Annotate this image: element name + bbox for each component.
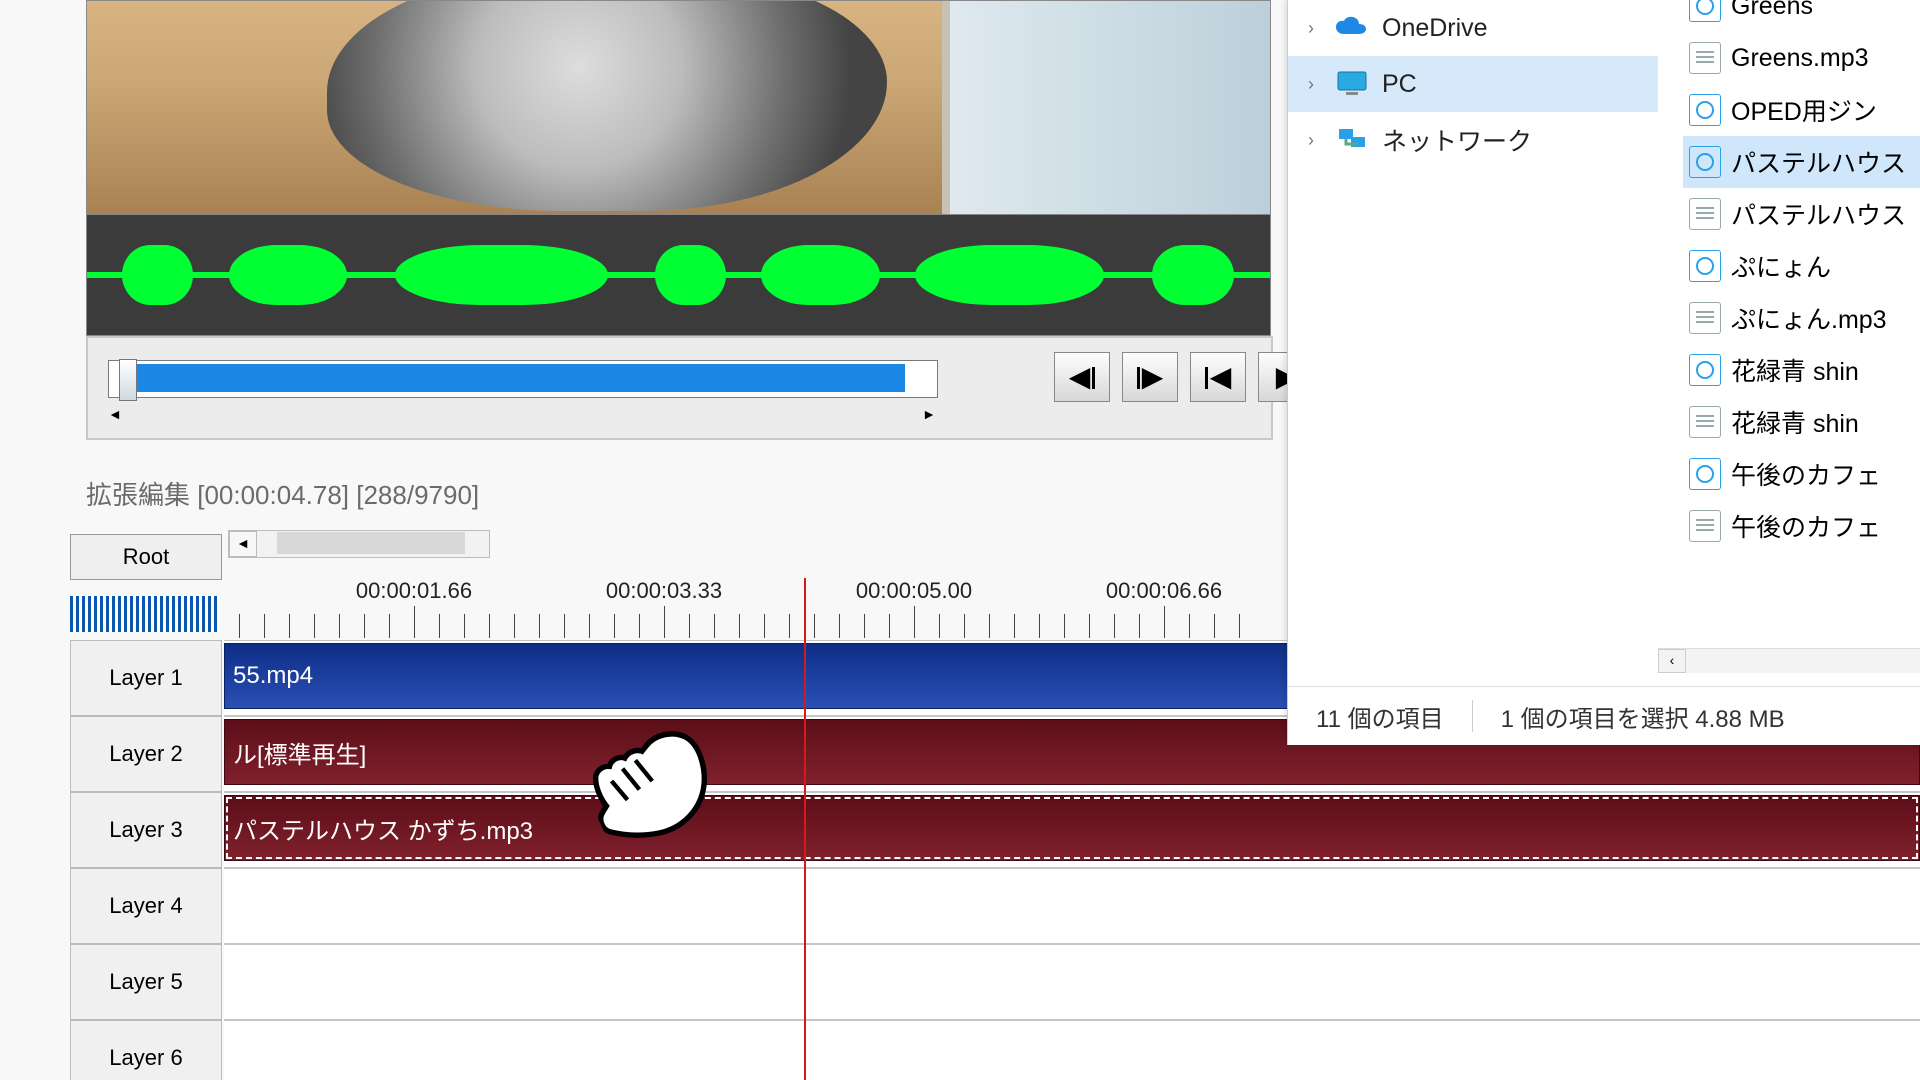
- seek-bar[interactable]: [108, 360, 938, 398]
- preview-window-pane: [942, 1, 1270, 214]
- file-icon: [1689, 302, 1721, 334]
- list-item[interactable]: 花緑青 shin: [1683, 344, 1920, 396]
- file-name: 花緑青 shin: [1731, 352, 1859, 388]
- clip-audio-std-label: ル[標準再生]: [233, 735, 366, 770]
- scroll-left-icon[interactable]: ◄: [108, 406, 122, 422]
- list-item[interactable]: 午後のカフェ: [1683, 500, 1920, 552]
- root-button[interactable]: Root: [70, 534, 222, 580]
- pc-icon: [1334, 66, 1370, 102]
- seek-handle[interactable]: [119, 359, 137, 401]
- layer-track-5[interactable]: [224, 944, 1920, 1020]
- status-selection: 1 個の項目を選択 4.88 MB: [1473, 699, 1813, 734]
- file-name: 花緑青 shin: [1731, 404, 1859, 440]
- layer-label-4[interactable]: Layer 4: [70, 868, 222, 944]
- file-name: パステルハウス: [1731, 144, 1906, 180]
- step-back-button[interactable]: ◀: [1054, 352, 1110, 402]
- file-icon: [1689, 42, 1721, 74]
- ruler-label: 00:00:01.66: [356, 578, 472, 604]
- go-start-button[interactable]: ◀: [1190, 352, 1246, 402]
- network-icon: [1334, 122, 1370, 158]
- ruler-label: 00:00:06.66: [1106, 578, 1222, 604]
- ruler-label: 00:00:05.00: [856, 578, 972, 604]
- layer-track-6[interactable]: [224, 1020, 1920, 1080]
- file-list: Greens Greens.mp3 OPED用ジン パステルハウス パステルハウ…: [1683, 0, 1920, 552]
- clip-audio-selected[interactable]: パステルハウス かずち.mp3: [224, 795, 1920, 861]
- file-name: 午後のカフェ: [1731, 508, 1881, 544]
- go-start-icon: ◀: [1205, 360, 1232, 395]
- file-list-hscroll[interactable]: ‹: [1658, 648, 1920, 673]
- clip-audio-selected-label: パステルハウス かずち.mp3: [233, 811, 533, 846]
- file-icon: [1689, 406, 1721, 438]
- layer-track-3[interactable]: パステルハウス かずち.mp3: [224, 792, 1920, 868]
- step-forward-button[interactable]: ▶: [1122, 352, 1178, 402]
- nav-onedrive[interactable]: › OneDrive: [1288, 0, 1658, 56]
- list-item[interactable]: ぷにょん: [1683, 240, 1920, 292]
- timeline-hscroll[interactable]: ◄: [228, 530, 490, 558]
- music-file-icon: [1689, 250, 1721, 282]
- layer-label-3[interactable]: Layer 3: [70, 792, 222, 868]
- onedrive-icon: [1334, 10, 1370, 46]
- chevron-right-icon: ›: [1308, 74, 1334, 95]
- list-item[interactable]: 午後のカフェ: [1683, 448, 1920, 500]
- nav-tree: › OneDrive › PC › ネットワーク: [1288, 0, 1658, 640]
- list-item[interactable]: Greens.mp3: [1683, 32, 1920, 84]
- playhead[interactable]: [804, 578, 806, 1080]
- audio-waveform: [86, 214, 1271, 336]
- file-name: 午後のカフェ: [1731, 456, 1881, 492]
- step-back-icon: ◀: [1069, 360, 1096, 395]
- status-item-count: 11 個の項目: [1288, 699, 1472, 734]
- file-name: ぷにょん: [1731, 248, 1831, 284]
- seek-progress: [133, 364, 905, 392]
- music-file-icon: [1689, 458, 1721, 490]
- nav-onedrive-label: OneDrive: [1382, 14, 1488, 43]
- preview-cat-subject: [327, 0, 887, 211]
- hscroll-left-icon[interactable]: ◄: [229, 531, 257, 557]
- transport-bar: ◀ ▶ ◀ ▶ ◄ ►: [86, 336, 1273, 440]
- chevron-right-icon: ›: [1308, 18, 1334, 39]
- file-name: ぷにょん.mp3: [1731, 300, 1887, 336]
- file-name: パステルハウス: [1731, 196, 1906, 232]
- nav-pc-label: PC: [1382, 70, 1417, 99]
- file-name: Greens: [1731, 0, 1813, 21]
- scroll-right-icon[interactable]: ►: [922, 406, 936, 422]
- step-forward-icon: ▶: [1137, 360, 1164, 395]
- music-file-icon: [1689, 94, 1721, 126]
- layer-label-2[interactable]: Layer 2: [70, 716, 222, 792]
- root-pattern-icon: [70, 596, 220, 632]
- extended-edit-title: 拡張編集 [00:00:04.78] [288/9790]: [86, 475, 479, 512]
- list-item[interactable]: Greens: [1683, 0, 1920, 32]
- ruler-label: 00:00:03.33: [606, 578, 722, 604]
- list-item[interactable]: 花緑青 shin: [1683, 396, 1920, 448]
- layer-track-4[interactable]: [224, 868, 1920, 944]
- mini-scrollbar[interactable]: ◄ ►: [108, 408, 936, 424]
- list-item[interactable]: ぷにょん.mp3: [1683, 292, 1920, 344]
- clip-video-label: 55.mp4: [233, 662, 313, 690]
- file-name: OPED用ジン: [1731, 92, 1877, 128]
- nav-network[interactable]: › ネットワーク: [1288, 112, 1658, 168]
- file-name: Greens.mp3: [1731, 44, 1869, 73]
- list-item-selected[interactable]: パステルハウス: [1683, 136, 1920, 188]
- video-preview: [86, 0, 1271, 215]
- file-explorer: › OneDrive › PC › ネットワーク: [1287, 0, 1920, 745]
- list-item[interactable]: パステルハウス: [1683, 188, 1920, 240]
- explorer-statusbar: 11 個の項目 1 個の項目を選択 4.88 MB: [1288, 686, 1920, 745]
- music-file-icon: [1689, 354, 1721, 386]
- file-icon: [1689, 510, 1721, 542]
- music-file-icon: [1689, 0, 1721, 22]
- layer-label-5[interactable]: Layer 5: [70, 944, 222, 1020]
- file-icon: [1689, 198, 1721, 230]
- list-item[interactable]: OPED用ジン: [1683, 84, 1920, 136]
- hscroll-thumb[interactable]: [277, 532, 465, 554]
- music-file-icon: [1689, 146, 1721, 178]
- layer-label-6[interactable]: Layer 6: [70, 1020, 222, 1080]
- nav-pc[interactable]: › PC: [1288, 56, 1658, 112]
- layer-label-1[interactable]: Layer 1: [70, 640, 222, 716]
- scroll-left-icon[interactable]: ‹: [1658, 649, 1686, 673]
- nav-network-label: ネットワーク: [1382, 122, 1532, 158]
- chevron-right-icon: ›: [1308, 130, 1334, 151]
